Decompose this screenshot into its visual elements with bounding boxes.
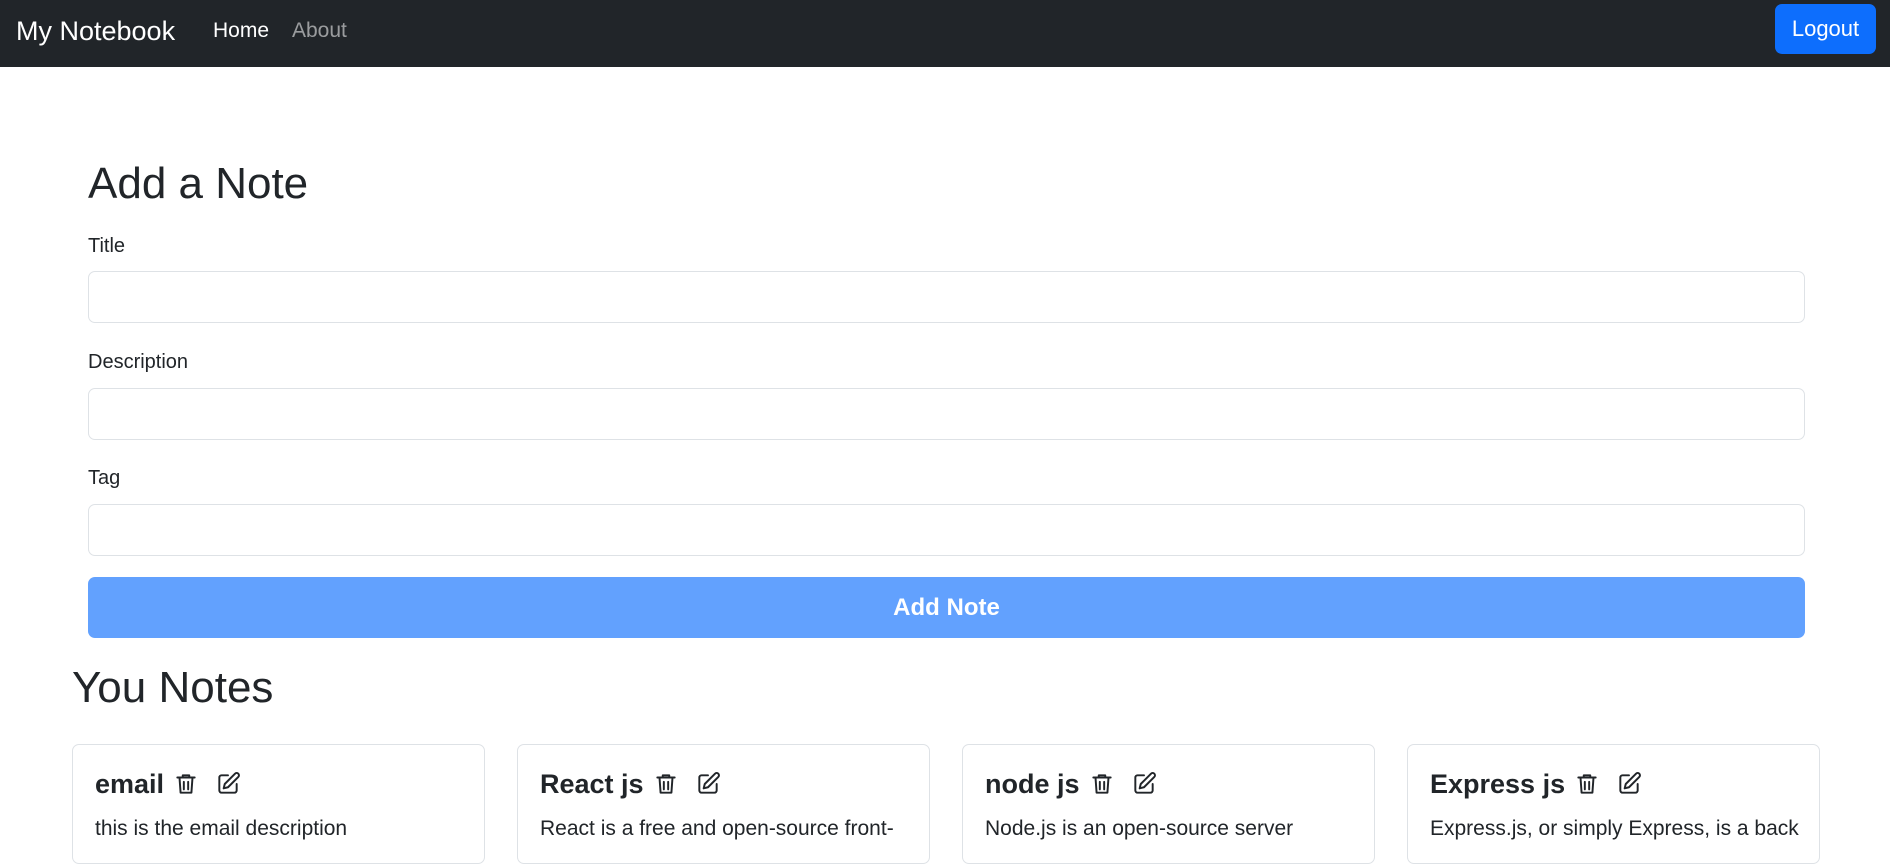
trash-icon[interactable] [653, 771, 679, 797]
nav-link-about[interactable]: About [292, 17, 347, 45]
edit-icon[interactable] [1616, 771, 1642, 797]
notes-heading: You Notes [72, 663, 274, 712]
trash-icon[interactable] [173, 771, 199, 797]
note-description: Node.js is an open-source server [985, 817, 1294, 840]
add-note-button[interactable]: Add Note [88, 577, 1805, 638]
nav-link-home[interactable]: Home [213, 17, 269, 45]
trash-icon[interactable] [1574, 771, 1600, 797]
title-input[interactable] [88, 271, 1805, 323]
note-title-row: email [95, 767, 241, 801]
note-description: Express.js, or simply Express, is a back [1430, 817, 1799, 840]
note-description: React is a free and open-source front- [540, 817, 894, 840]
note-card: Express js Express.js, or simply Express… [1407, 744, 1820, 864]
note-card: React js React is a free and open-source… [517, 744, 930, 864]
note-title: Express js [1430, 769, 1566, 799]
tag-label: Tag [88, 467, 121, 489]
navbar: My Notebook Home About Logout [0, 0, 1890, 67]
note-title: React js [540, 769, 644, 799]
title-label: Title [88, 235, 126, 257]
brand-link[interactable]: My Notebook [16, 14, 175, 48]
note-title-row: React js [540, 767, 721, 801]
edit-icon[interactable] [215, 771, 241, 797]
note-title-row: node js [985, 767, 1157, 801]
edit-icon[interactable] [1131, 771, 1157, 797]
note-title: email [95, 769, 165, 799]
add-note-heading: Add a Note [88, 159, 309, 208]
description-input[interactable] [88, 388, 1805, 440]
note-title-row: Express js [1430, 767, 1642, 801]
description-label: Description [88, 351, 189, 373]
tag-input[interactable] [88, 504, 1805, 556]
edit-icon[interactable] [695, 771, 721, 797]
note-card: email this is the email description [72, 744, 485, 864]
note-card: node js Node.js is an open-source server [962, 744, 1375, 864]
logout-button[interactable]: Logout [1775, 4, 1876, 54]
trash-icon[interactable] [1089, 771, 1115, 797]
note-title: node js [985, 769, 1080, 799]
note-description: this is the email description [95, 817, 348, 840]
